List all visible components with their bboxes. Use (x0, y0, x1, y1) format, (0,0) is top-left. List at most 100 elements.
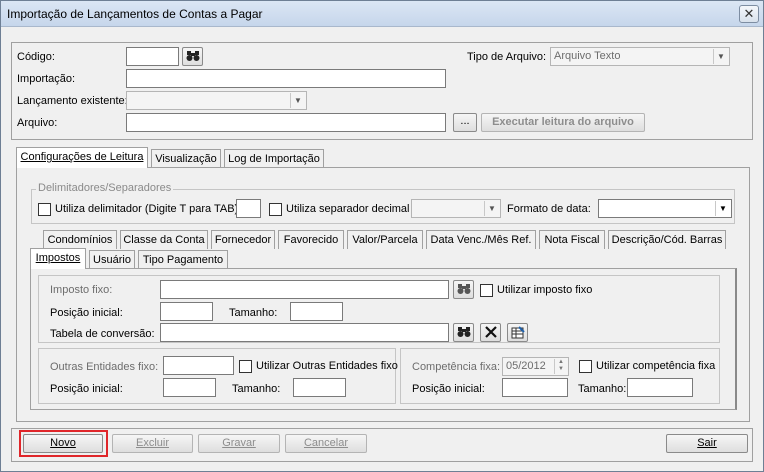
imposto-tamanho-label: Tamanho: (229, 307, 278, 319)
subtab-condominios[interactable]: Condomínios (43, 230, 117, 249)
chevron-down-icon: ▼ (715, 201, 730, 216)
tab-label: Log de Importação (228, 153, 320, 165)
table-edit-icon (511, 326, 525, 339)
subtab-label: Descrição/Cód. Barras (611, 234, 723, 246)
lancamento-select[interactable]: ▼ (126, 91, 307, 110)
outras-tamanho-input[interactable] (293, 378, 346, 397)
imposto-posicao-input[interactable] (160, 302, 213, 321)
sair-button[interactable]: Sair (666, 434, 748, 453)
tipo-arquivo-value: Arquivo Texto (554, 50, 621, 62)
tab-label: Visualização (155, 153, 217, 165)
outras-tamanho-label: Tamanho: (232, 383, 281, 395)
novo-highlight-box (19, 430, 108, 457)
chevron-down-icon: ▼ (290, 93, 305, 108)
tabela-conversao-label: Tabela de conversão: (50, 328, 155, 340)
sair-label: Sair (697, 437, 717, 449)
imposto-tamanho-input[interactable] (290, 302, 343, 321)
subtab-label: Valor/Parcela (352, 234, 418, 246)
outras-posicao-label: Posição inicial: (50, 383, 123, 395)
imposto-fixo-input[interactable] (160, 280, 449, 299)
competencia-posicao-input[interactable] (502, 378, 568, 397)
subtab-valor-parcela[interactable]: Valor/Parcela (347, 230, 423, 249)
tabela-clear-button[interactable] (480, 323, 501, 342)
importacao-input[interactable] (126, 69, 446, 88)
chevron-down-icon: ▼ (713, 49, 728, 64)
utiliza-separador-checkbox[interactable] (269, 203, 282, 216)
subtab-label: Data Venc./Mês Ref. (430, 234, 532, 246)
tabela-search-button[interactable] (453, 323, 474, 342)
subtab-label: Classe da Conta (123, 234, 205, 246)
spinner-icon: ▲ ▼ (554, 359, 567, 374)
subtab-label: Tipo Pagamento (142, 254, 224, 266)
subtab-label: Usuário (93, 254, 131, 266)
competencia-fixa-label: Competência fixa: (412, 361, 501, 373)
subtab-label: Favorecido (283, 234, 339, 246)
utiliza-delimitador-checkbox[interactable] (38, 203, 51, 216)
gravar-label: Gravar (222, 437, 256, 449)
subtab-fornecedor[interactable]: Fornecedor (211, 230, 275, 249)
binoculars-icon (186, 51, 199, 61)
arquivo-label: Arquivo: (17, 117, 58, 129)
tipo-arquivo-select[interactable]: Arquivo Texto ▼ (550, 47, 730, 66)
tab-log-importacao[interactable]: Log de Importação (224, 149, 324, 168)
competencia-posicao-label: Posição inicial: (412, 383, 485, 395)
title-bar: Importação de Lançamentos de Contas a Pa… (1, 1, 763, 27)
subtab-data-venc[interactable]: Data Venc./Mês Ref. (426, 230, 536, 249)
close-button[interactable]: ✕ (739, 5, 759, 23)
binoculars-icon (457, 327, 470, 337)
subtab-descricao-cod-barras[interactable]: Descrição/Cód. Barras (608, 230, 726, 249)
utilizar-competencia-label: Utilizar competência fixa (596, 360, 716, 372)
formato-data-select[interactable]: ▼ (598, 199, 732, 218)
imposto-posicao-label: Posição inicial: (50, 307, 123, 319)
tabela-edit-button[interactable] (507, 323, 528, 342)
cancelar-button[interactable]: Cancelar (285, 434, 367, 453)
browse-button[interactable]: ... (453, 113, 477, 132)
subtab-favorecido[interactable]: Favorecido (278, 230, 344, 249)
subtab-impostos[interactable]: Impostos (30, 248, 86, 269)
imposto-fixo-label: Imposto fixo: (50, 284, 113, 296)
importacao-label: Importação: (17, 73, 76, 85)
outras-fixo-input[interactable] (163, 356, 234, 375)
utilizar-competencia-checkbox[interactable] (579, 360, 592, 373)
codigo-input[interactable] (126, 47, 179, 66)
utilizar-outras-checkbox[interactable] (239, 360, 252, 373)
formato-data-label: Formato de data: (507, 203, 591, 215)
competencia-tamanho-input[interactable] (627, 378, 693, 397)
competencia-fixa-input[interactable]: 05/2012 ▲ ▼ (502, 357, 569, 376)
competencia-fixa-value: 05/2012 (506, 360, 546, 372)
main-window: Importação de Lançamentos de Contas a Pa… (0, 0, 764, 472)
excluir-label: Excluir (135, 437, 169, 449)
utilizar-outras-label: Utilizar Outras Entidades fixo (256, 360, 398, 372)
tabela-conversao-input[interactable] (160, 323, 449, 342)
separador-select[interactable]: ▼ (411, 199, 501, 218)
executar-leitura-button[interactable]: Executar leitura do arquivo (481, 113, 645, 132)
subtab-label: Nota Fiscal (544, 234, 600, 246)
arquivo-input[interactable] (126, 113, 446, 132)
tab-visualizacao[interactable]: Visualização (151, 149, 221, 168)
competencia-tamanho-label: Tamanho: (578, 383, 627, 395)
binoculars-icon (457, 284, 470, 294)
delimitador-input[interactable] (236, 199, 261, 218)
chevron-down-icon: ▼ (484, 201, 499, 216)
excluir-button[interactable]: Excluir (112, 434, 193, 453)
lancamento-label: Lançamento existente: (17, 95, 128, 107)
subtab-classe-conta[interactable]: Classe da Conta (120, 230, 208, 249)
outras-posicao-input[interactable] (163, 378, 216, 397)
window-title: Importação de Lançamentos de Contas a Pa… (7, 7, 263, 21)
tab-label: Configurações de Leitura (20, 151, 144, 163)
subtab-label: Impostos (35, 252, 81, 264)
imposto-search-button[interactable] (453, 280, 474, 299)
subtab-nota-fiscal[interactable]: Nota Fiscal (539, 230, 605, 249)
codigo-label: Código: (17, 51, 55, 63)
utilizar-imposto-fixo-label: Utilizar imposto fixo (497, 284, 593, 296)
utilizar-imposto-fixo-checkbox[interactable] (480, 284, 493, 297)
subtab-label: Fornecedor (214, 234, 272, 246)
codigo-search-button[interactable] (182, 47, 203, 66)
subtab-tipo-pagamento[interactable]: Tipo Pagamento (138, 250, 228, 269)
gravar-button[interactable]: Gravar (198, 434, 280, 453)
tab-configuracoes-leitura[interactable]: Configurações de Leitura (16, 147, 148, 168)
close-icon (484, 326, 497, 338)
outras-fixo-label: Outras Entidades fixo: (50, 361, 159, 373)
utiliza-delimitador-label: Utiliza delimitador (Digite T para TAB) (55, 203, 239, 215)
subtab-usuario[interactable]: Usuário (89, 250, 135, 269)
